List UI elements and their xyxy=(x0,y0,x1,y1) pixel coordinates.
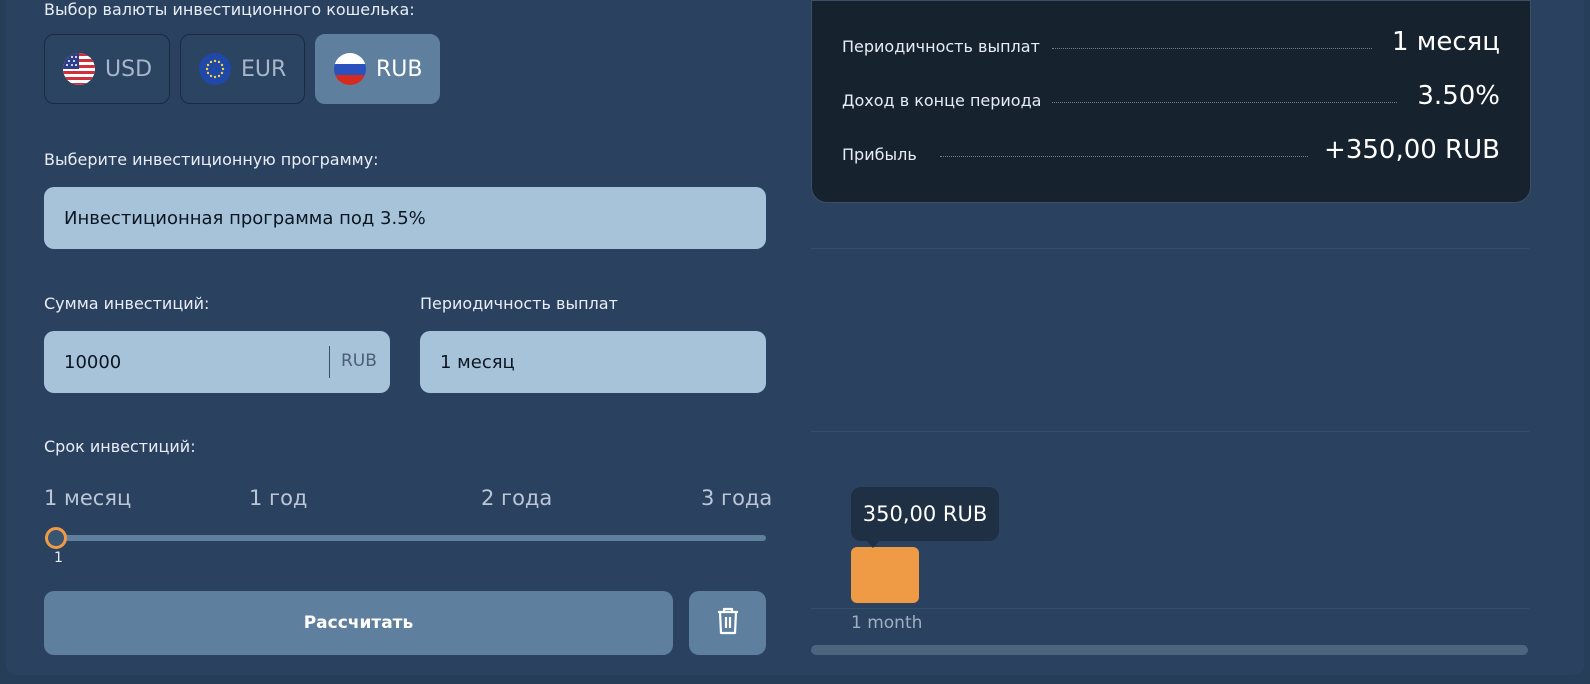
summary-dots xyxy=(1052,48,1372,49)
summary-key: Периодичность выплат xyxy=(842,37,1040,56)
term-tick-1-month[interactable]: 1 месяц xyxy=(44,486,131,510)
currency-usd-label: USD xyxy=(105,56,153,82)
program-label: Выберите инвестиционную программу: xyxy=(44,150,379,169)
payout-label: Периодичность выплат xyxy=(420,294,618,313)
currency-usd-button[interactable]: USD xyxy=(44,34,170,104)
chart-gridline xyxy=(811,248,1529,249)
trash-icon xyxy=(716,607,740,639)
summary-row-profit: Прибыль +350,00 RUB xyxy=(842,135,1500,175)
chart-gridline xyxy=(811,431,1529,432)
program-select[interactable]: Инвестиционная программа под 3.5% xyxy=(44,187,766,249)
currency-eur-label: EUR xyxy=(241,56,287,82)
term-slider-track[interactable] xyxy=(56,535,766,541)
summary-row-income: Доход в конце периода 3.50% xyxy=(842,81,1500,121)
chart-x-label: 1 month xyxy=(851,613,923,633)
chart-bar[interactable] xyxy=(851,547,919,603)
amount-label: Сумма инвестиций: xyxy=(44,294,210,313)
summary-dots xyxy=(1052,102,1397,103)
russia-flag-icon xyxy=(334,53,366,85)
term-slider-handle[interactable] xyxy=(45,527,67,549)
amount-input[interactable]: 10000 RUB xyxy=(44,331,390,393)
usa-flag-icon xyxy=(63,53,95,85)
summary-value: +350,00 RUB xyxy=(1324,135,1500,165)
chart-tooltip-arrow xyxy=(866,540,880,548)
chart-scrollbar[interactable] xyxy=(811,645,1528,655)
term-label: Срок инвестиций: xyxy=(44,437,196,456)
term-tick-2-years[interactable]: 2 года xyxy=(481,486,552,510)
summary-row-periodicity: Периодичность выплат 1 месяц xyxy=(842,27,1500,67)
delete-button[interactable] xyxy=(689,591,766,655)
program-select-value: Инвестиционная программа под 3.5% xyxy=(64,207,426,229)
amount-input-value: 10000 xyxy=(64,351,122,373)
term-tick-3-years[interactable]: 3 года xyxy=(701,486,772,510)
amount-divider xyxy=(329,346,330,378)
chart-tooltip: 350,00 RUB xyxy=(851,487,999,541)
summary-value: 3.50% xyxy=(1417,81,1500,111)
calculate-button[interactable]: Рассчитать xyxy=(44,591,673,655)
amount-unit: RUB xyxy=(341,351,377,371)
currency-eur-button[interactable]: EUR xyxy=(180,34,305,104)
eu-flag-icon xyxy=(199,53,231,85)
payout-select[interactable]: 1 месяц xyxy=(420,331,766,393)
payout-select-value: 1 месяц xyxy=(440,351,515,373)
summary-key: Доход в конце периода xyxy=(842,91,1042,110)
currency-label: Выбор валюты инвестиционного кошелька: xyxy=(44,0,415,19)
currency-rub-label: RUB xyxy=(376,56,423,82)
currency-rub-button[interactable]: RUB xyxy=(315,34,440,104)
chart-baseline xyxy=(811,608,1529,609)
summary-dots xyxy=(940,156,1308,157)
term-tick-1-year[interactable]: 1 год xyxy=(249,486,307,510)
summary-key: Прибыль xyxy=(842,145,917,164)
summary-value: 1 месяц xyxy=(1391,27,1500,57)
summary-card: Периодичность выплат 1 месяц Доход в кон… xyxy=(811,0,1531,203)
term-slider-value: 1 xyxy=(54,550,63,566)
